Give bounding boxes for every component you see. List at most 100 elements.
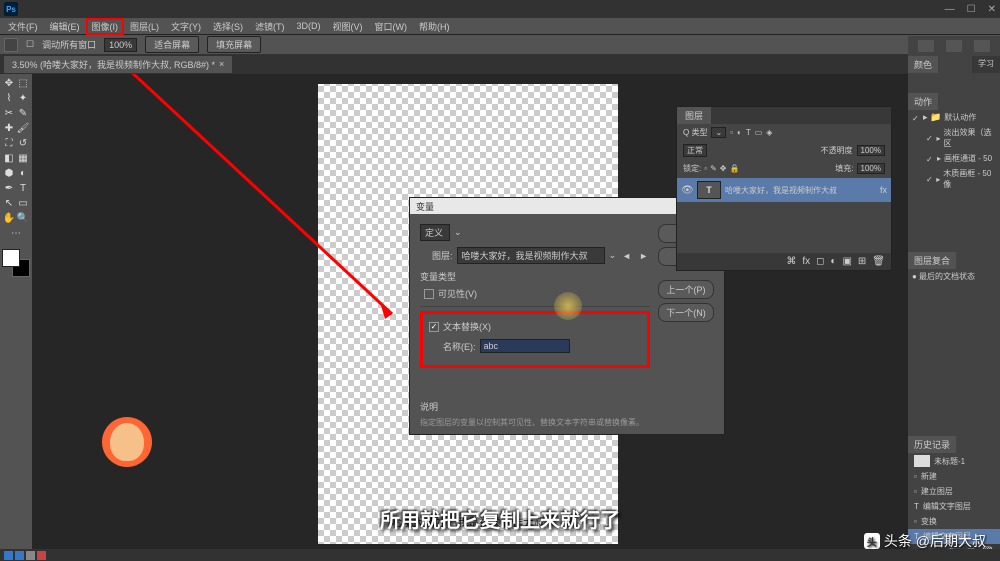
layer-comp-row[interactable]: ● 最后的文档状态 — [908, 269, 1000, 284]
menu-edit[interactable]: 编辑(E) — [44, 19, 86, 34]
layers-tab[interactable]: 图层 — [677, 107, 711, 124]
panel-icon[interactable] — [918, 40, 934, 52]
wand-tool[interactable]: ✦ — [16, 91, 30, 106]
learn-tab[interactable]: 学习 — [972, 56, 1000, 73]
menu-select[interactable]: 选择(S) — [207, 19, 249, 34]
layer-next-arrow[interactable]: ► — [637, 251, 650, 261]
layer-thumbnail[interactable]: T — [697, 181, 721, 199]
filter-smart-icon[interactable]: ◈ — [766, 128, 772, 137]
layer-name[interactable]: 哈喽大家好，我是视频制作大叔 — [725, 185, 837, 196]
color-swatches[interactable] — [2, 249, 30, 277]
close-button[interactable]: ✕ — [988, 4, 996, 15]
delete-layer-icon[interactable]: 🗑 — [872, 256, 885, 267]
menu-3d[interactable]: 3D(D) — [291, 20, 327, 32]
menu-type[interactable]: 文字(Y) — [165, 19, 207, 34]
layer-fx-icon[interactable]: fx — [880, 185, 887, 195]
next-button[interactable]: 下一个(N) — [658, 303, 714, 322]
action-row[interactable]: ✓▸木质画框 - 50 像 — [908, 166, 1000, 192]
taskbar-item[interactable] — [4, 551, 13, 560]
maximize-button[interactable]: ☐ — [967, 4, 976, 15]
fit-screen-button[interactable]: 适合屏幕 — [145, 36, 199, 53]
document-tab[interactable]: 3.50% (哈喽大家好，我是视频制作大叔, RGB/8#) * × — [4, 56, 232, 73]
layer-prev-arrow[interactable]: ◄ — [620, 251, 633, 261]
tool-preset-icon[interactable] — [4, 38, 18, 52]
layer-style-icon[interactable]: fx — [802, 256, 810, 267]
name-input[interactable] — [480, 339, 570, 353]
menu-help[interactable]: 帮助(H) — [413, 19, 456, 34]
path-tool[interactable]: ↖ — [2, 196, 16, 211]
visibility-checkbox[interactable] — [424, 289, 434, 299]
lasso-tool[interactable]: ⌇ — [2, 91, 16, 106]
filter-type-icon[interactable]: T — [746, 128, 751, 137]
stamp-tool[interactable]: ⛶ — [2, 136, 16, 151]
lock-transparency-icon[interactable]: ▫ — [704, 164, 707, 173]
blend-mode-dropdown[interactable]: 正常 — [683, 144, 707, 157]
taskbar-item[interactable] — [37, 551, 46, 560]
fill-field[interactable]: 100% — [857, 163, 885, 174]
action-row[interactable]: ✓▸淡出效果（选区 — [908, 125, 1000, 151]
lock-all-icon[interactable]: 🔒 — [729, 164, 739, 173]
layer-comps-tab[interactable]: 图层复合 — [908, 252, 956, 269]
hand-tool[interactable]: ✋ — [2, 211, 16, 226]
fill-screen-button[interactable]: 填充屏幕 — [207, 36, 261, 53]
opacity-field[interactable]: 100% — [857, 145, 885, 156]
color-panel-tab[interactable]: 颜色 — [908, 56, 938, 73]
taskbar-item[interactable] — [26, 551, 35, 560]
crop-tool[interactable]: ✂ — [2, 106, 16, 121]
new-layer-icon[interactable]: ⊞ — [858, 256, 866, 267]
filter-pixel-icon[interactable]: ▫ — [730, 128, 733, 137]
history-brush-tool[interactable]: ↺ — [16, 136, 30, 151]
type-tool[interactable]: T — [16, 181, 30, 196]
panel-icon[interactable] — [974, 40, 990, 52]
document-tab-close[interactable]: × — [219, 59, 224, 69]
menu-view[interactable]: 视图(V) — [327, 19, 369, 34]
taskbar-item[interactable] — [15, 551, 24, 560]
history-snapshot[interactable]: 未标题-1 — [908, 453, 1000, 469]
lock-image-icon[interactable]: ✎ — [710, 164, 717, 173]
layer-dropdown[interactable]: 哈喽大家好，我是视频制作大叔 — [457, 247, 605, 264]
heal-tool[interactable]: ✚ — [2, 121, 16, 136]
dodge-tool[interactable]: ◐ — [16, 166, 30, 181]
brush-tool[interactable]: 🖌 — [16, 121, 30, 136]
move-tool[interactable]: ✥ — [2, 76, 16, 91]
define-dropdown[interactable]: 定义 — [420, 224, 450, 241]
eyedropper-tool[interactable]: ✎ — [16, 106, 30, 121]
panel-icon[interactable] — [946, 40, 962, 52]
history-item[interactable]: ▫新建 — [908, 469, 1000, 484]
lock-position-icon[interactable]: ✥ — [720, 164, 727, 173]
minimize-button[interactable]: — — [945, 4, 955, 15]
blur-tool[interactable]: ⬢ — [2, 166, 16, 181]
menu-image[interactable]: 图像(I) — [86, 18, 125, 35]
eraser-tool[interactable]: ◧ — [2, 151, 16, 166]
zoom-field[interactable]: 100% — [104, 38, 137, 52]
menu-window[interactable]: 窗口(W) — [369, 19, 414, 34]
visibility-toggle-icon[interactable]: 👁 — [681, 185, 693, 196]
layer-group-icon[interactable]: ▣ — [842, 256, 851, 267]
shape-tool[interactable]: ▭ — [16, 196, 30, 211]
marquee-tool[interactable]: ⬚ — [16, 76, 30, 91]
edit-toolbar[interactable]: ⋯ — [2, 226, 30, 241]
prev-button[interactable]: 上一个(P) — [658, 280, 714, 299]
actions-panel-tab[interactable]: 动作 — [908, 93, 938, 110]
history-panel-tab[interactable]: 历史记录 — [908, 436, 956, 453]
filter-shape-icon[interactable]: ▭ — [755, 128, 763, 137]
adjustment-layer-icon[interactable]: ◐ — [830, 256, 836, 267]
pen-tool[interactable]: ✒ — [2, 181, 16, 196]
text-replace-checkbox[interactable] — [429, 322, 439, 332]
menu-filter[interactable]: 滤镜(T) — [249, 19, 291, 34]
history-item[interactable]: T编辑文字图层 — [908, 499, 1000, 514]
layer-label: 图层: — [432, 249, 453, 262]
menu-file[interactable]: 文件(F) — [2, 19, 44, 34]
foreground-color-swatch[interactable] — [2, 249, 20, 267]
history-item[interactable]: ▫变换 — [908, 514, 1000, 529]
layer-mask-icon[interactable]: ◻ — [816, 256, 824, 267]
action-set-row[interactable]: ✓▸ 📁默认动作 — [908, 110, 1000, 125]
action-row[interactable]: ✓▸画框通道 - 50 — [908, 151, 1000, 166]
layer-row[interactable]: 👁 T 哈喽大家好，我是视频制作大叔 fx — [677, 178, 891, 202]
filter-adjust-icon[interactable]: ◐ — [737, 128, 742, 137]
menu-layer[interactable]: 图层(L) — [124, 19, 165, 34]
gradient-tool[interactable]: ▦ — [16, 151, 30, 166]
history-item[interactable]: ▫建立图层 — [908, 484, 1000, 499]
zoom-tool[interactable]: 🔍 — [16, 211, 30, 226]
link-layers-icon[interactable]: ⌘ — [786, 256, 796, 267]
